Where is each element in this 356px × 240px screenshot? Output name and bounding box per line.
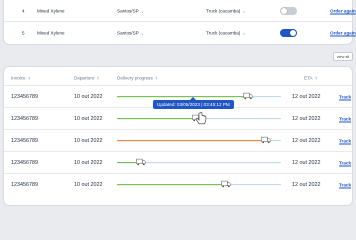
transport-select[interactable]: Truck (cacamba) ⌄ — [206, 8, 246, 13]
location-value: Santos/SP — [117, 30, 139, 35]
progress-tooltip: Updated: 03/05/2023 | 03:45:12 PM — [153, 97, 234, 109]
delivery-table-card: Invoice ⇕ Departure ⇕ Delivery progress ⇕ E… — [3, 66, 353, 206]
delivery-progress-bar[interactable] — [117, 136, 281, 143]
delivery-progress-bar[interactable] — [117, 158, 281, 165]
progress-fill — [117, 117, 196, 120]
location-select[interactable]: Santos/SP ⌄ — [117, 30, 144, 35]
departure-cell: 10 out 2022 — [74, 115, 103, 122]
departure-cell: 10 out 2022 — [74, 93, 103, 100]
hand-cursor-icon — [195, 112, 207, 125]
departure-cell: 10 out 2022 — [74, 181, 103, 188]
product-name: Mixed Xylene — [37, 8, 65, 13]
header-invoice[interactable]: Invoice ⇕ — [11, 76, 31, 81]
order-row: 5 Mixed Xylene Santos/SP ⌄ Truck (cacamba… — [4, 22, 356, 43]
track-link[interactable]: Track — [339, 160, 351, 165]
progress-fill — [117, 139, 265, 142]
track-link[interactable]: Track — [339, 182, 351, 187]
eta-cell: 12 out 2022 — [292, 159, 321, 166]
truck-icon — [260, 136, 271, 143]
invoice-cell: 123456789 — [11, 93, 38, 100]
departure-cell: 10 out 2022 — [74, 159, 103, 166]
view-all-button[interactable]: view all — [333, 52, 353, 61]
delivery-progress-bar[interactable] — [117, 92, 281, 99]
table-row: 123456789 10 out 2022 12 out 2022 Track — [4, 173, 352, 195]
track-link[interactable]: Track — [339, 116, 351, 121]
invoice-cell: 123456789 — [11, 159, 38, 166]
header-label: Invoice — [11, 75, 26, 81]
invoice-cell: 123456789 — [11, 137, 38, 144]
eta-cell: 12 out 2022 — [292, 181, 321, 188]
chevron-down-icon: ⌄ — [140, 8, 145, 13]
auto-order-toggle[interactable] — [280, 6, 297, 15]
header-label: Delivery progress — [117, 75, 153, 81]
track-link[interactable]: Track — [339, 94, 351, 99]
table-row: 123456789 10 out 2022 12 out 2022 Track — [4, 107, 352, 129]
order-again-link[interactable]: Order again — [330, 30, 356, 35]
header-departure[interactable]: Departure ⇕ — [74, 76, 100, 81]
eta-cell: 12 out 2022 — [292, 93, 321, 100]
sort-icon: ⇕ — [27, 75, 31, 81]
table-row: 123456789 10 out 2022 12 out 2022 Track — [4, 129, 352, 151]
sort-icon: ⇕ — [314, 75, 318, 81]
sort-icon: ⇕ — [154, 75, 159, 81]
location-select[interactable]: Santos/SP ⌄ — [117, 8, 144, 13]
table-header: Invoice ⇕ Departure ⇕ Delivery progress ⇕ E… — [4, 71, 352, 85]
truck-icon — [221, 180, 231, 187]
eta-cell: 12 out 2022 — [292, 115, 321, 122]
sort-icon: ⇕ — [96, 75, 100, 81]
auto-order-toggle[interactable] — [280, 28, 297, 37]
header-label: Departure — [74, 75, 95, 81]
truck-icon — [136, 158, 146, 165]
invoice-cell: 123456789 — [11, 181, 38, 188]
location-value: Santos/SP — [117, 8, 139, 13]
delivery-progress-bar[interactable] — [117, 180, 281, 187]
order-again-link[interactable]: Order again — [330, 8, 356, 13]
track-link[interactable]: Track — [339, 138, 351, 143]
header-eta[interactable]: ETA ⇕ — [304, 76, 318, 81]
chevron-down-icon: ⌄ — [242, 30, 246, 35]
transport-select[interactable]: Truck (cacamba) ⌄ — [206, 30, 246, 35]
order-number: 5 — [22, 30, 25, 35]
orders-card: 4 Mixed Xylene Santos/SP ⌄ Truck (cacamba… — [3, 0, 356, 45]
eta-cell: 12 out 2022 — [292, 137, 321, 144]
toggle-knob — [281, 7, 287, 14]
invoice-cell: 123456789 — [11, 115, 38, 122]
header-progress[interactable]: Delivery progress ⇕ — [117, 76, 158, 81]
header-label: ETA — [304, 75, 313, 81]
order-number: 4 — [22, 8, 25, 13]
progress-fill — [117, 95, 247, 98]
transport-value: Truck (cacamba) — [206, 30, 241, 35]
transport-value: Truck (cacamba) — [206, 8, 241, 13]
chevron-down-icon: ⌄ — [140, 30, 145, 35]
truck-icon — [242, 92, 253, 99]
departure-cell: 10 out 2022 — [74, 137, 103, 144]
product-name: Mixed Xylene — [37, 30, 65, 35]
order-row: 4 Mixed Xylene Santos/SP ⌄ Truck (cacamba… — [4, 0, 356, 21]
chevron-down-icon: ⌄ — [242, 8, 246, 13]
progress-fill — [117, 183, 226, 186]
toggle-knob — [290, 29, 296, 36]
table-row: 123456789 10 out 2022 12 out 2022 Track — [4, 151, 352, 173]
